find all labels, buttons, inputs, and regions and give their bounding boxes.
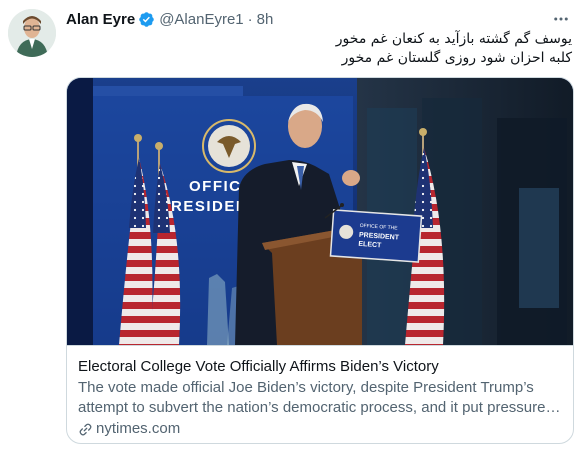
card-title[interactable]: Electoral College Vote Officially Affirm… [78, 357, 561, 376]
link-icon [78, 422, 93, 437]
tweet-text: یوسف گم گشته بازآید به کنعان غم مخور کلب… [66, 30, 572, 68]
author-handle[interactable]: @AlanEyre1 [159, 11, 243, 28]
card-image[interactable]: OFFICE RESIDENT OFFICE OF THE PRESIDENT … [67, 78, 573, 345]
tweet-header: Alan Eyre @AlanEyre1 · 8h [66, 9, 273, 29]
tweet-text-line-1: یوسف گم گشته بازآید به کنعان غم مخور [335, 31, 572, 47]
tweet[interactable]: Alan Eyre @AlanEyre1 · 8h یوسف گم گشته ب… [0, 0, 584, 452]
card-description: The vote made official Joe Biden’s victo… [78, 379, 546, 416]
card-domain[interactable]: nytimes.com [78, 419, 561, 439]
card-domain-text: nytimes.com [96, 420, 181, 437]
author-name[interactable]: Alan Eyre [66, 11, 135, 28]
more-icon[interactable] [550, 8, 572, 30]
separator-dot: · [247, 10, 253, 28]
verified-badge-icon [138, 11, 155, 28]
tweet-text-line-2: کلبه احزان شود روزی گلستان غم مخور [341, 50, 572, 66]
link-card[interactable]: OFFICE RESIDENT OFFICE OF THE PRESIDENT … [66, 77, 574, 444]
avatar[interactable] [8, 9, 56, 57]
card-body[interactable]: Electoral College Vote Officially Affirm… [67, 345, 573, 443]
timestamp[interactable]: 8h [257, 11, 274, 28]
